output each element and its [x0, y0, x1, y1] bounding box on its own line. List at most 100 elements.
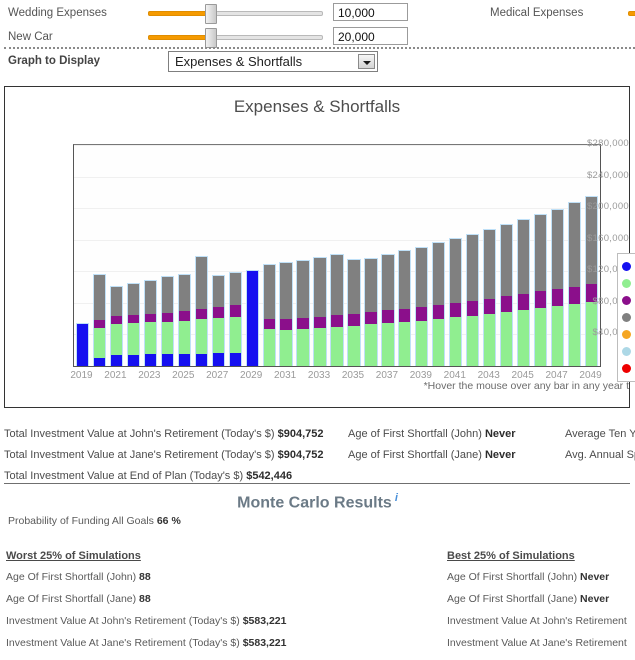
- chart-legend: ExExExExExExSh: [617, 253, 635, 382]
- chart-bar-segment: [160, 312, 174, 322]
- chart-bar-segment: [143, 353, 157, 366]
- chart-bar-segment: [347, 313, 361, 326]
- x-axis-tick: 2025: [172, 370, 195, 381]
- legend-item[interactable]: Ex: [622, 292, 635, 309]
- summary-row: Avg. Annual Sp: [565, 449, 635, 461]
- chart-bar-segment: [347, 259, 361, 314]
- probability-row: Probability of Funding All Goals 66 %: [8, 515, 181, 527]
- worst-sim-row-value: $583,221: [242, 637, 287, 649]
- graph-to-display-select[interactable]: Expenses & Shortfalls: [168, 51, 378, 72]
- chart-bar-segment: [483, 229, 497, 299]
- slider-label-wedding-expenses: Wedding Expenses: [8, 7, 107, 19]
- chart-bar-segment: [364, 311, 378, 325]
- summary-row: Age of First Shortfall (John) Never: [348, 428, 516, 440]
- chart-bar-segment: [296, 259, 310, 318]
- monte-carlo-title: Monte Carlo Results i: [0, 492, 635, 512]
- chart-bar-segment: [296, 317, 310, 329]
- legend-swatch-icon: [622, 330, 631, 340]
- summary-row-label: Total Investment Value at John's Retirem…: [4, 428, 278, 440]
- info-icon[interactable]: i: [395, 492, 398, 504]
- summary-row-label: Avg. Annual Sp: [565, 449, 635, 461]
- chart-bar-segment: [364, 258, 378, 312]
- chart-bar-segment: [432, 319, 446, 366]
- legend-item[interactable]: Ex: [622, 309, 635, 326]
- summary-row-value: $542,446: [246, 470, 293, 482]
- x-axis-tick: 2023: [138, 370, 161, 381]
- best-sim-row-label: Age Of First Shortfall (John): [447, 571, 581, 583]
- summary-row: Total Investment Value at Jane's Retirem…: [4, 449, 324, 461]
- chart-bar-segment: [160, 276, 174, 313]
- chart-bar-segment: [160, 321, 174, 355]
- chart-bar-segment: [500, 223, 514, 297]
- slider-fill-medical-expenses: [628, 11, 635, 16]
- worst-sim-row-label: Age Of First Shortfall (John): [6, 571, 140, 583]
- best-sim-row-label: Investment Value At John's Retirement: [447, 615, 627, 627]
- probability-value: 66 %: [156, 515, 181, 527]
- chart-bar-segment: [211, 274, 225, 308]
- slider-handle-new-car[interactable]: [205, 28, 217, 48]
- chevron-down-icon[interactable]: [358, 54, 375, 69]
- legend-item[interactable]: Sh: [622, 360, 635, 377]
- worst-sim-heading: Worst 25% of Simulations: [6, 550, 141, 562]
- legend-swatch-icon: [622, 262, 631, 272]
- chart-bar-segment: [432, 241, 446, 305]
- chart-bar-segment: [228, 272, 242, 306]
- chart-bar-segment: [330, 326, 344, 366]
- legend-swatch-icon: [622, 279, 631, 289]
- slider-label-medical-expenses: Medical Expenses: [490, 7, 584, 19]
- chart-bar-segment: [92, 358, 107, 366]
- chart-bar-segment: [533, 308, 548, 366]
- chart-bar-segment: [109, 285, 124, 316]
- legend-item[interactable]: Ex: [622, 275, 635, 292]
- slider-value-new-car[interactable]: 20,000: [333, 27, 408, 45]
- legend-item[interactable]: Ex: [622, 343, 635, 360]
- chart-bar-segment: [228, 316, 242, 353]
- legend-item[interactable]: Ex: [622, 258, 635, 275]
- chart-bar-segment: [517, 219, 531, 294]
- chart-bar-segment: [177, 274, 191, 312]
- chart-bar-segment: [279, 329, 293, 366]
- chart-bar-segment: [533, 214, 548, 292]
- best-sim-row: Age Of First Shortfall (Jane) Never: [447, 593, 609, 605]
- chart-bar-segment: [177, 320, 191, 354]
- chart-bar-segment: [517, 309, 531, 366]
- chart-bar-segment: [211, 352, 225, 366]
- best-sim-row: Investment Value At Jane's Retirement: [447, 637, 627, 649]
- monte-carlo-title-text: Monte Carlo Results: [237, 494, 392, 512]
- chart-bar-segment: [313, 256, 327, 317]
- chart-bar-segment: [483, 298, 497, 314]
- chart-bar-segment: [211, 317, 225, 353]
- chart-bar-segment: [449, 317, 463, 366]
- summary-row-value: Never: [484, 449, 516, 461]
- summary-row-label: Average Ten Y: [565, 428, 635, 440]
- best-sim-heading: Best 25% of Simulations: [447, 550, 575, 562]
- slider-handle-wedding-expenses[interactable]: [205, 4, 217, 24]
- legend-swatch-icon: [622, 296, 631, 306]
- slider-row-wedding-expenses: Wedding Expenses 10,000 Medical Expenses: [0, 2, 635, 24]
- chart-bar-segment: [432, 304, 446, 320]
- chart-bar-segment: [381, 323, 395, 366]
- chart-bar-segment: [194, 255, 208, 310]
- chart-bar-segment: [279, 319, 293, 330]
- chart-panel: Expenses & Shortfalls $$40,000$80,000$12…: [4, 86, 635, 408]
- summary-row-label: Age of First Shortfall (John): [348, 428, 485, 440]
- legend-item[interactable]: Ex: [622, 326, 635, 343]
- slider-value-wedding-expenses[interactable]: 10,000: [333, 3, 408, 21]
- x-axis-tick: 2021: [104, 370, 127, 381]
- slider-label-new-car: New Car: [8, 31, 53, 43]
- chart-bar-segment: [228, 352, 242, 366]
- chart-bar-segment: [262, 263, 276, 319]
- chart-bar-segment: [500, 296, 514, 312]
- chart-bar-segment: [262, 318, 276, 330]
- chart-plot-area: [73, 144, 601, 367]
- legend-swatch-icon: [622, 347, 631, 357]
- worst-sim-row: Age Of First Shortfall (Jane) 88: [6, 593, 151, 605]
- chart-bar-segment: [279, 262, 293, 320]
- slider-row-new-car: New Car 20,000: [0, 26, 635, 48]
- best-sim-row-label: Investment Value At Jane's Retirement: [447, 637, 627, 649]
- summary-row-label: Total Investment Value at End of Plan (T…: [4, 470, 247, 482]
- chart-bar-segment: [550, 306, 565, 366]
- best-sim-row: Investment Value At John's Retirement: [447, 615, 627, 627]
- summary-row: Total Investment Value at John's Retirem…: [4, 428, 324, 440]
- best-sim-row-value: Never: [580, 571, 610, 583]
